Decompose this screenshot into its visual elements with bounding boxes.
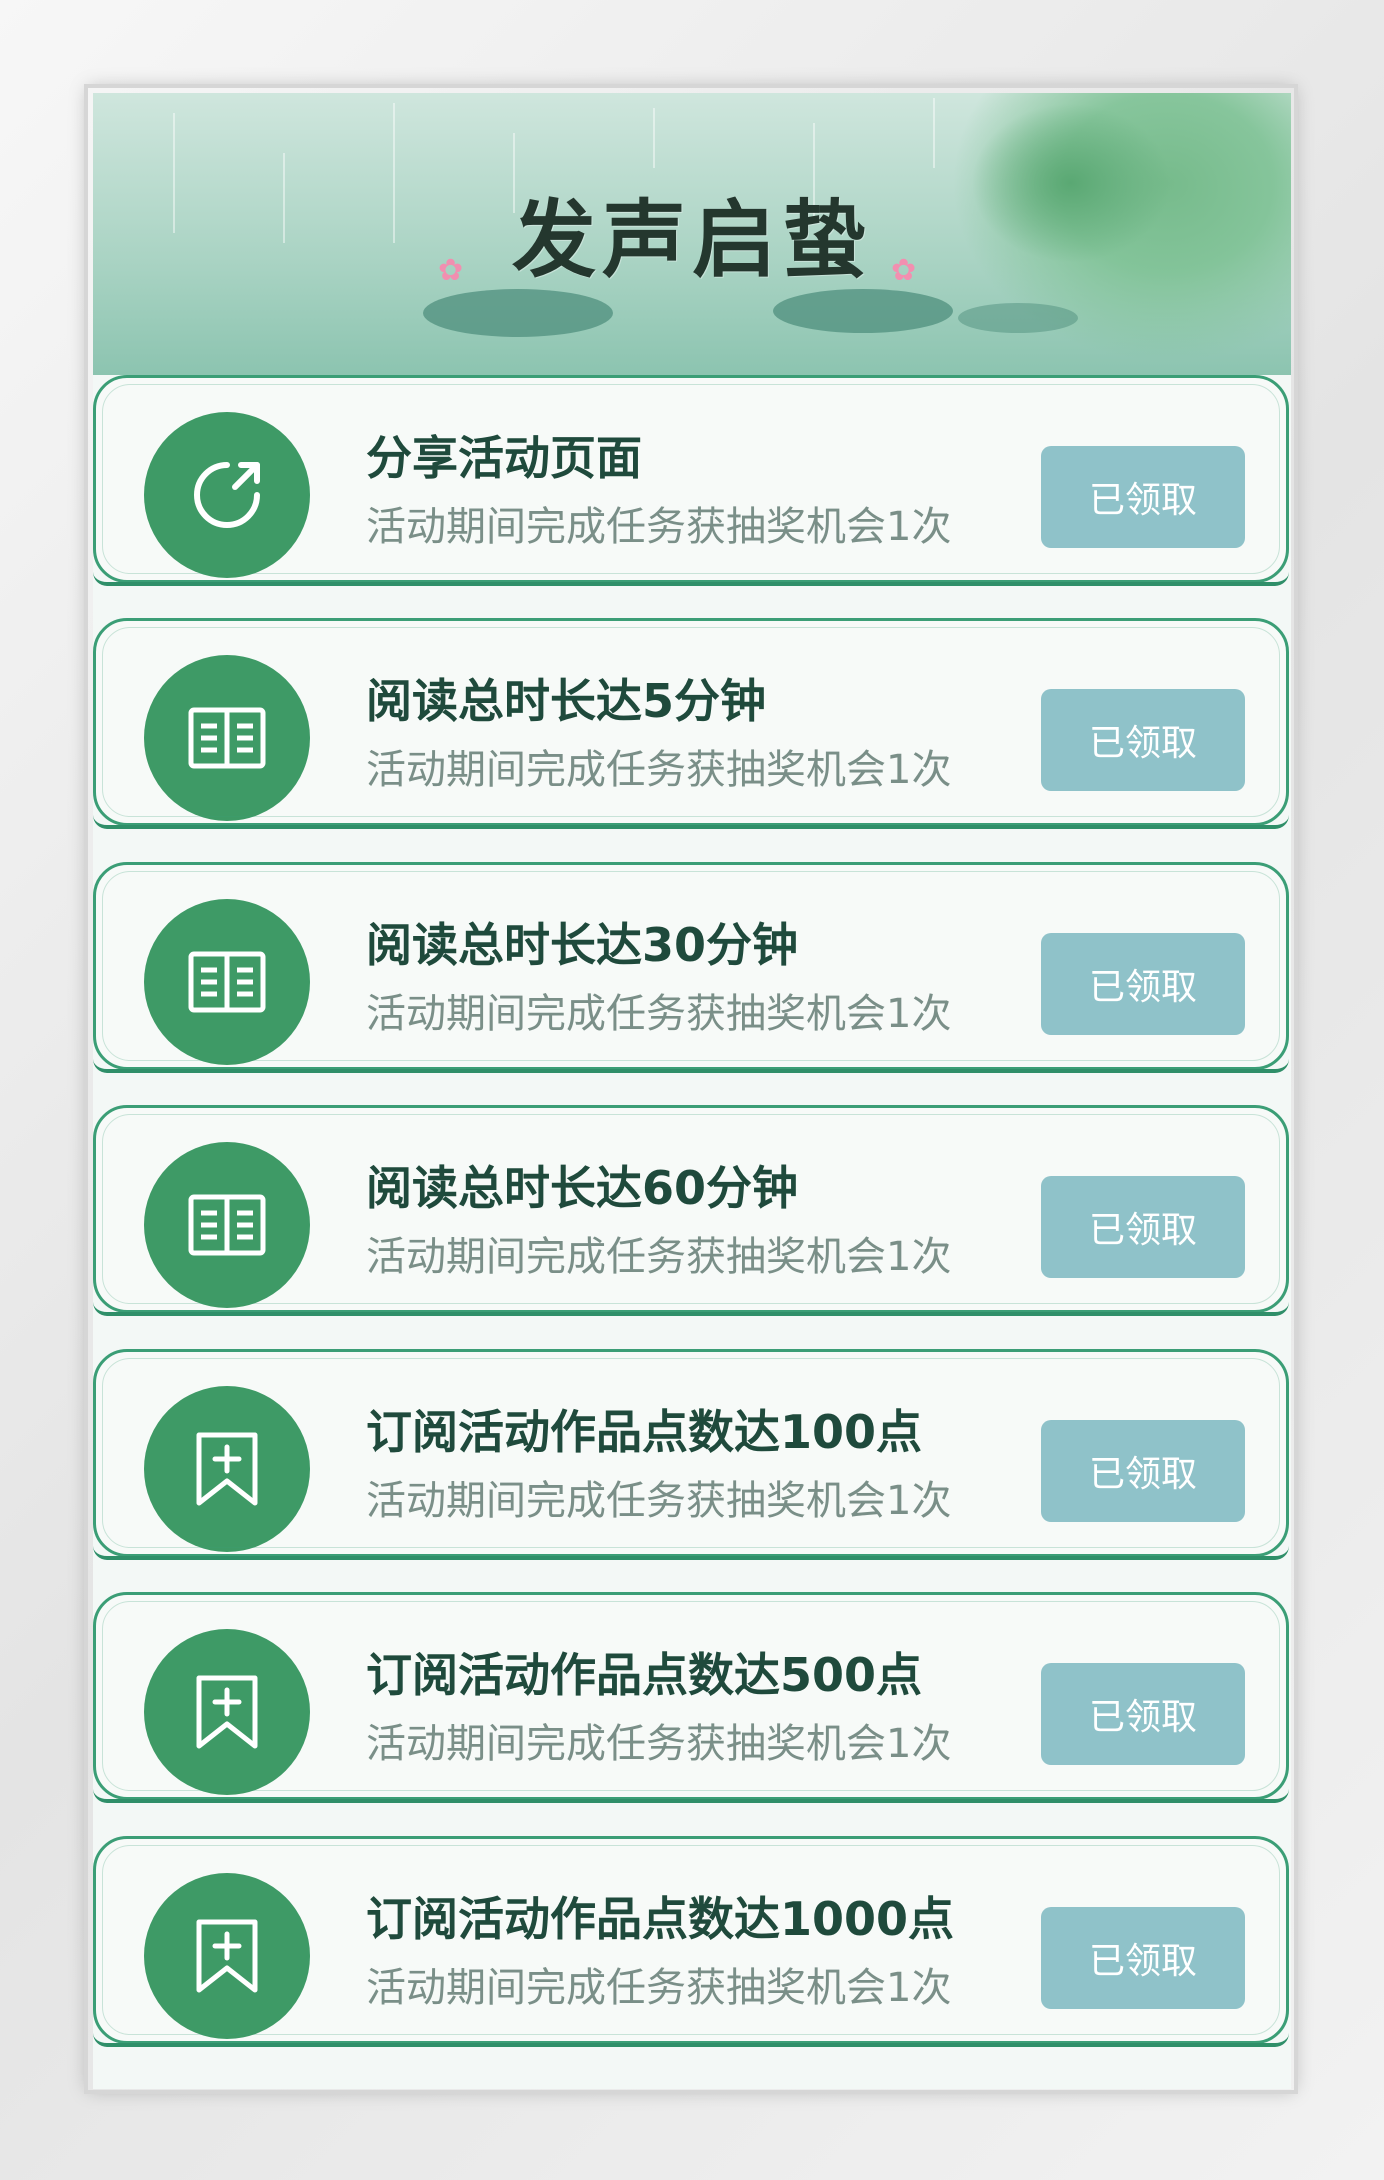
lilypad-left	[423, 289, 613, 337]
claimed-button[interactable]: 已领取	[1041, 446, 1245, 548]
phone-screen: ✿ ✿ 发声启蛰 分享活动页面 活动期间完成任务获抽奖机会1次 已领取 阅读总时…	[93, 93, 1291, 2089]
task-card: 订阅活动作品点数达100点 活动期间完成任务获抽奖机会1次 已领取	[93, 1349, 1289, 1560]
claimed-button[interactable]: 已领取	[1041, 933, 1245, 1035]
task-card: 阅读总时长达60分钟 活动期间完成任务获抽奖机会1次 已领取	[93, 1105, 1289, 1316]
share-icon	[144, 412, 310, 578]
lilypad-small	[958, 303, 1078, 333]
claimed-button[interactable]: 已领取	[1041, 1663, 1245, 1765]
bookmark-add-icon	[144, 1386, 310, 1552]
banner-title: 发声启蛰	[511, 190, 872, 289]
task-title: 阅读总时长达5分钟	[366, 674, 767, 728]
task-title: 分享活动页面	[366, 431, 642, 485]
claimed-button[interactable]: 已领取	[1041, 1907, 1245, 2009]
task-card: 分享活动页面 活动期间完成任务获抽奖机会1次 已领取	[93, 375, 1289, 586]
task-description: 活动期间完成任务获抽奖机会1次	[366, 1234, 952, 1280]
task-description: 活动期间完成任务获抽奖机会1次	[366, 1478, 952, 1524]
book-icon	[144, 655, 310, 821]
task-title: 阅读总时长达60分钟	[366, 1161, 799, 1215]
lilypad-right	[773, 289, 953, 333]
bookmark-add-icon	[144, 1629, 310, 1795]
event-banner: ✿ ✿ 发声启蛰	[93, 93, 1291, 375]
task-description: 活动期间完成任务获抽奖机会1次	[366, 991, 952, 1037]
claimed-button[interactable]: 已领取	[1041, 689, 1245, 791]
task-card: 订阅活动作品点数达1000点 活动期间完成任务获抽奖机会1次 已领取	[93, 1836, 1289, 2047]
claimed-button[interactable]: 已领取	[1041, 1420, 1245, 1522]
task-description: 活动期间完成任务获抽奖机会1次	[366, 1965, 952, 2011]
claimed-button[interactable]: 已领取	[1041, 1176, 1245, 1278]
task-title: 阅读总时长达30分钟	[366, 918, 799, 972]
task-card: 阅读总时长达5分钟 活动期间完成任务获抽奖机会1次 已领取	[93, 618, 1289, 829]
task-title: 订阅活动作品点数达100点	[366, 1405, 923, 1459]
task-description: 活动期间完成任务获抽奖机会1次	[366, 504, 952, 550]
task-title: 订阅活动作品点数达1000点	[366, 1892, 955, 1946]
task-title: 订阅活动作品点数达500点	[366, 1648, 923, 1702]
task-card: 订阅活动作品点数达500点 活动期间完成任务获抽奖机会1次 已领取	[93, 1592, 1289, 1803]
book-icon	[144, 899, 310, 1065]
task-description: 活动期间完成任务获抽奖机会1次	[366, 1721, 952, 1767]
task-card: 阅读总时长达30分钟 活动期间完成任务获抽奖机会1次 已领取	[93, 862, 1289, 1073]
book-icon	[144, 1142, 310, 1308]
task-description: 活动期间完成任务获抽奖机会1次	[366, 747, 952, 793]
bookmark-add-icon	[144, 1873, 310, 2039]
